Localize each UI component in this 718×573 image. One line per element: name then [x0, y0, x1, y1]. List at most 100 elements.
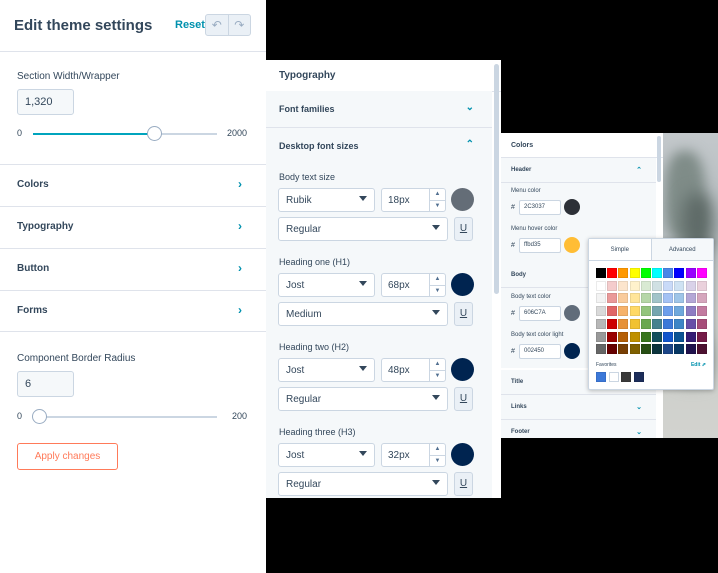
step-up-icon[interactable]: ▲: [430, 444, 445, 455]
section-typography[interactable]: Typography ›: [0, 206, 266, 248]
edit-favorites-link[interactable]: Edit ⇗: [691, 362, 706, 368]
favorite-swatch[interactable]: [633, 372, 644, 382]
palette-swatch[interactable]: [629, 331, 640, 342]
palette-swatch[interactable]: [674, 293, 685, 304]
palette-swatch[interactable]: [607, 344, 618, 355]
palette-swatch[interactable]: [629, 280, 640, 291]
slider-handle[interactable]: [147, 126, 163, 141]
palette-swatch[interactable]: [663, 344, 674, 355]
section-colors[interactable]: Colors ›: [0, 164, 266, 206]
step-down-icon[interactable]: ▼: [430, 200, 445, 211]
palette-swatch[interactable]: [607, 293, 618, 304]
font-family-select[interactable]: Jost: [278, 273, 375, 297]
underline-button[interactable]: U: [454, 472, 473, 496]
palette-swatch[interactable]: [685, 318, 696, 329]
step-up-icon[interactable]: ▲: [430, 274, 445, 285]
palette-swatch[interactable]: [674, 280, 685, 291]
palette-swatch[interactable]: [663, 268, 674, 278]
menu-color-swatch[interactable]: [564, 199, 580, 215]
border-radius-slider[interactable]: 0 200: [17, 409, 247, 424]
palette-swatch[interactable]: [663, 293, 674, 304]
palette-swatch[interactable]: [652, 331, 662, 342]
apply-changes-button[interactable]: Apply changes: [17, 443, 118, 470]
body-text-color-input[interactable]: 606C7A: [519, 306, 561, 321]
palette-swatch[interactable]: [674, 331, 685, 342]
font-color-swatch[interactable]: [451, 443, 474, 466]
desktop-font-sizes-row[interactable]: Desktop font sizes ⌃: [266, 128, 492, 165]
palette-swatch[interactable]: [596, 280, 606, 291]
reset-button[interactable]: Reset: [175, 19, 205, 31]
favorite-swatch[interactable]: [608, 372, 619, 382]
underline-button[interactable]: U: [454, 302, 473, 326]
palette-swatch[interactable]: [685, 331, 696, 342]
palette-swatch[interactable]: [596, 318, 606, 329]
step-up-icon[interactable]: ▲: [430, 189, 445, 200]
font-family-select[interactable]: Jost: [278, 443, 375, 467]
slider-handle[interactable]: [31, 409, 47, 424]
font-color-swatch[interactable]: [451, 273, 474, 296]
palette-swatch[interactable]: [696, 318, 707, 329]
palette-swatch[interactable]: [696, 331, 707, 342]
scrollbar[interactable]: [494, 64, 499, 294]
palette-swatch[interactable]: [596, 306, 606, 317]
palette-swatch[interactable]: [685, 268, 696, 278]
palette-swatch[interactable]: [629, 306, 640, 317]
section-width-input[interactable]: 1,320: [17, 89, 74, 115]
slider-track[interactable]: [33, 416, 217, 418]
palette-swatch[interactable]: [596, 293, 606, 304]
palette-swatch[interactable]: [607, 318, 618, 329]
palette-swatch[interactable]: [674, 318, 685, 329]
palette-swatch[interactable]: [652, 318, 662, 329]
font-color-swatch[interactable]: [451, 358, 474, 381]
palette-swatch[interactable]: [685, 293, 696, 304]
font-weight-select[interactable]: Regular: [278, 217, 448, 241]
links-colors-row[interactable]: Links ⌄: [501, 395, 656, 420]
palette-swatch[interactable]: [618, 268, 629, 278]
favorite-swatch[interactable]: [596, 372, 606, 382]
palette-swatch[interactable]: [652, 344, 662, 355]
palette-swatch[interactable]: [629, 318, 640, 329]
font-size-input[interactable]: 68px ▲ ▼: [381, 273, 446, 297]
palette-swatch[interactable]: [652, 293, 662, 304]
font-size-input[interactable]: 32px ▲ ▼: [381, 443, 446, 467]
palette-swatch[interactable]: [618, 293, 629, 304]
font-size-input[interactable]: 48px ▲ ▼: [381, 358, 446, 382]
font-family-select[interactable]: Rubik: [278, 188, 375, 212]
palette-swatch[interactable]: [652, 268, 662, 278]
menu-hover-color-swatch[interactable]: [564, 237, 580, 253]
palette-swatch[interactable]: [596, 344, 606, 355]
palette-swatch[interactable]: [596, 331, 606, 342]
palette-swatch[interactable]: [696, 344, 707, 355]
palette-swatch[interactable]: [618, 280, 629, 291]
palette-swatch[interactable]: [674, 306, 685, 317]
font-size-stepper[interactable]: ▲ ▼: [429, 444, 445, 466]
font-families-row[interactable]: Font families ⌄: [266, 91, 492, 128]
section-button[interactable]: Button ›: [0, 248, 266, 290]
palette-swatch[interactable]: [663, 318, 674, 329]
palette-swatch[interactable]: [696, 293, 707, 304]
palette-swatch[interactable]: [640, 306, 651, 317]
palette-swatch[interactable]: [629, 293, 640, 304]
menu-color-input[interactable]: 2C3037: [519, 200, 561, 215]
body-text-color-light-swatch[interactable]: [564, 343, 580, 359]
step-up-icon[interactable]: ▲: [430, 359, 445, 370]
palette-swatch[interactable]: [607, 280, 618, 291]
palette-swatch[interactable]: [674, 268, 685, 278]
palette-swatch[interactable]: [663, 331, 674, 342]
font-weight-select[interactable]: Regular: [278, 472, 448, 496]
palette-swatch[interactable]: [685, 280, 696, 291]
font-weight-select[interactable]: Regular: [278, 387, 448, 411]
palette-swatch[interactable]: [652, 306, 662, 317]
palette-swatch[interactable]: [685, 306, 696, 317]
palette-swatch[interactable]: [618, 331, 629, 342]
redo-icon[interactable]: ↷: [227, 15, 251, 35]
footer-colors-row[interactable]: Footer ⌄: [501, 420, 656, 438]
palette-swatch[interactable]: [640, 268, 651, 278]
palette-swatch[interactable]: [607, 306, 618, 317]
step-down-icon[interactable]: ▼: [430, 455, 445, 466]
palette-swatch[interactable]: [618, 306, 629, 317]
palette-swatch[interactable]: [607, 331, 618, 342]
font-size-stepper[interactable]: ▲ ▼: [429, 189, 445, 211]
font-color-swatch[interactable]: [451, 188, 474, 211]
palette-swatch[interactable]: [618, 318, 629, 329]
